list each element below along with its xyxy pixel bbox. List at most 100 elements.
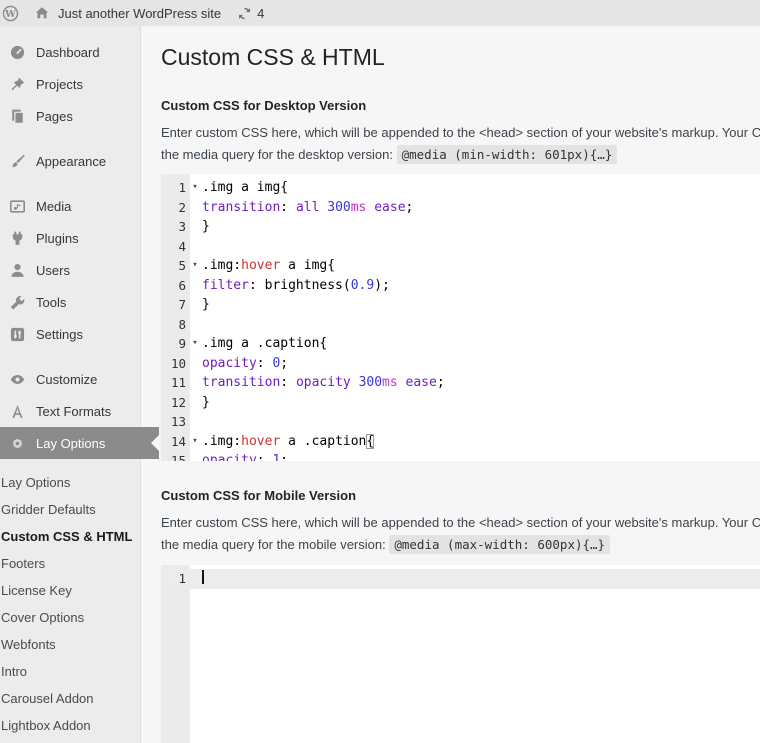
desktop-css-editor[interactable]: 1▾.img a img{2transition: all 300ms ease… (161, 174, 760, 461)
code-line[interactable]: 5▾.img:hover a img{ (161, 256, 760, 276)
code-token: ms (351, 200, 367, 215)
submenu-item-gridder-defaults[interactable]: Gridder Defaults (0, 496, 140, 523)
code-token: : (257, 356, 273, 371)
fold-gutter-spacer (188, 237, 202, 257)
editor-lines: 1▾.img a img{2transition: all 300ms ease… (161, 174, 760, 461)
submenu-item-carousel-addon[interactable]: Carousel Addon (0, 685, 140, 712)
plug-icon (9, 230, 26, 247)
sidebar-item-users[interactable]: Users (0, 254, 140, 286)
letter-a-icon (9, 403, 26, 420)
line-number: 11 (161, 373, 188, 393)
code-line[interactable]: 7} (161, 295, 760, 315)
code-line[interactable]: 11 transition: opacity 300ms ease; (161, 373, 760, 393)
sidebar-item-appearance[interactable]: Appearance (0, 145, 140, 177)
code-text: transition: opacity 300ms ease; (202, 373, 445, 393)
editor-gutter (161, 565, 190, 743)
fold-gutter-spacer (188, 393, 202, 413)
sidebar-item-tools[interactable]: Tools (0, 286, 140, 318)
submenu-item-lightbox-addon[interactable]: Lightbox Addon (0, 712, 140, 739)
code-line[interactable]: 8 (161, 315, 760, 335)
fold-gutter-spacer (188, 276, 202, 296)
sidebar-item-customize[interactable]: Customize (0, 363, 140, 395)
gear-icon (9, 435, 26, 452)
sidebar-item-plugins[interactable]: Plugins (0, 222, 140, 254)
code-token (398, 375, 406, 390)
page-title: Custom CSS & HTML (161, 44, 760, 71)
line-number: 5 (161, 256, 188, 276)
desktop-section-heading: Custom CSS for Desktop Version (161, 98, 760, 113)
editor-lines: 1 (161, 565, 760, 589)
sidebar-item-dashboard[interactable]: Dashboard (0, 36, 140, 68)
main-content: Custom CSS & HTML Custom CSS for Desktop… (142, 26, 760, 743)
description-line: Enter custom CSS here, which will be app… (161, 512, 760, 534)
code-line[interactable]: 14▾.img:hover a .caption{ (161, 432, 760, 452)
code-text: filter: brightness(0.9); (202, 276, 390, 296)
fold-gutter-spacer (188, 569, 202, 589)
desktop-media-query-chip: @media (min-width: 601px){…} (397, 145, 618, 164)
submenu-item-webfonts[interactable]: Webfonts (0, 631, 140, 658)
code-token: filter (202, 278, 249, 293)
code-line[interactable]: 13 (161, 412, 760, 432)
fold-gutter-spacer (188, 295, 202, 315)
site-title-link[interactable]: Just another WordPress site (58, 6, 221, 21)
sidebar-item-pages[interactable]: Pages (0, 100, 140, 132)
sidebar-item-text-formats[interactable]: Text Formats (0, 395, 140, 427)
submenu-item-custom-css-html[interactable]: Custom CSS & HTML (0, 523, 140, 550)
code-token: : brightness( (249, 278, 351, 293)
line-number: 13 (161, 412, 188, 432)
fold-arrow-icon[interactable]: ▾ (188, 432, 202, 452)
submenu-item-lay-options[interactable]: Lay Options (0, 469, 140, 496)
admin-menu: DashboardProjects Pages Appearance Media Plu… (0, 26, 140, 459)
code-line[interactable]: 12} (161, 393, 760, 413)
sidebar-item-label: Pages (36, 109, 73, 124)
wordpress-logo-icon[interactable]: W (2, 5, 19, 22)
code-line[interactable]: 15opacity: 1; (161, 451, 760, 461)
code-line[interactable]: 1 (161, 569, 760, 589)
sidebar-item-lay-options[interactable]: Lay Options (0, 427, 159, 459)
code-line[interactable]: 2transition: all 300ms ease; (161, 198, 760, 218)
submenu-item-license-key[interactable]: License Key (0, 577, 140, 604)
fold-gutter-spacer (188, 412, 202, 432)
code-text: } (202, 217, 210, 237)
updates-count[interactable]: 4 (257, 6, 264, 21)
fold-gutter-spacer (188, 451, 202, 461)
code-line[interactable]: 6 filter: brightness(0.9); (161, 276, 760, 296)
fold-arrow-icon[interactable]: ▾ (188, 334, 202, 354)
code-line[interactable]: 3} (161, 217, 760, 237)
code-token (351, 375, 359, 390)
code-text: .img:hover a img{ (202, 256, 335, 276)
code-token: } (202, 395, 210, 410)
mobile-css-editor[interactable]: 1 (161, 565, 760, 743)
code-token: ); (374, 278, 390, 293)
code-line[interactable]: 9▾.img a .caption{ (161, 334, 760, 354)
code-text: transition: all 300ms ease; (202, 198, 413, 218)
line-number: 8 (161, 315, 188, 335)
eye-icon (9, 371, 26, 388)
submenu-item-intro[interactable]: Intro (0, 658, 140, 685)
pages-icon (9, 108, 26, 125)
code-line[interactable]: 4 (161, 237, 760, 257)
fold-arrow-icon[interactable]: ▾ (188, 256, 202, 276)
fold-arrow-icon[interactable]: ▾ (188, 178, 202, 198)
line-number: 6 (161, 276, 188, 296)
code-token: .img: (202, 258, 241, 273)
submenu-item-footers[interactable]: Footers (0, 550, 140, 577)
sidebar-item-media[interactable]: Media (0, 190, 140, 222)
menu-separator (0, 177, 140, 190)
code-text (202, 569, 204, 589)
code-token: ; (406, 200, 414, 215)
submenu-item-cover-options[interactable]: Cover Options (0, 604, 140, 631)
code-line[interactable]: 10opacity: 0; (161, 354, 760, 374)
code-text: opacity: 1; (202, 451, 288, 461)
home-icon[interactable] (34, 5, 50, 21)
sidebar-item-label: Settings (36, 327, 83, 342)
sidebar-item-label: Media (36, 199, 71, 214)
sidebar-item-settings[interactable]: Settings (0, 318, 140, 350)
line-number: 9 (161, 334, 188, 354)
code-line[interactable]: 1▾.img a img{ (161, 178, 760, 198)
user-icon (9, 262, 26, 279)
media-icon (9, 198, 26, 215)
sidebar-item-projects[interactable]: Projects (0, 68, 140, 100)
updates-icon[interactable] (237, 6, 252, 21)
sidebar-item-label: Users (36, 263, 70, 278)
